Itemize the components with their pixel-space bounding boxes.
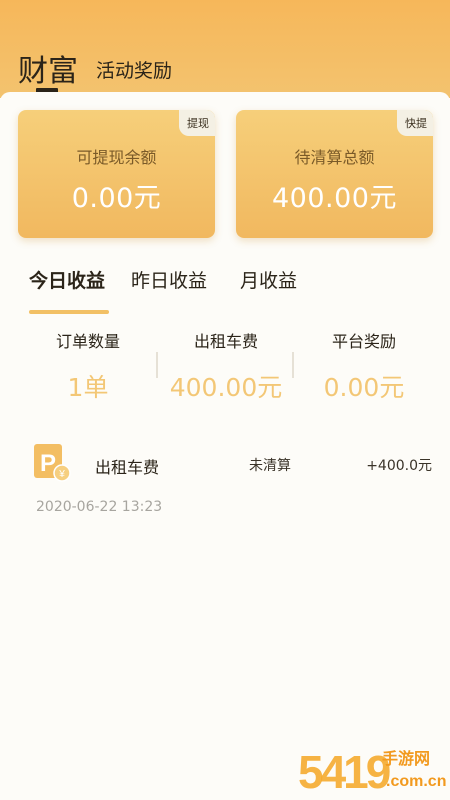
tab-monthly-earnings[interactable]: 月收益 [240, 266, 297, 293]
stat-value: 1单 [67, 373, 109, 402]
tab-today-earnings[interactable]: 今日收益 [29, 266, 105, 293]
card-value: 400.00元 [272, 183, 397, 214]
stat-value: 400.00元 [169, 373, 283, 402]
stat-label: 平台奖励 [331, 332, 396, 351]
card-label: 待清算总额 [294, 148, 375, 167]
withdraw-badge[interactable]: 提现 [179, 110, 215, 136]
page-title[interactable]: 财富 [18, 46, 78, 90]
stat-order-count: 订单数量 1单 [13, 328, 163, 404]
quick-withdraw-badge[interactable]: 快提 [397, 110, 433, 136]
stat-label: 订单数量 [55, 332, 120, 351]
stat-value: 0.00元 [323, 373, 405, 402]
svg-text:手游网: 手游网 [382, 749, 430, 768]
active-tab-indicator [29, 310, 109, 314]
tab-yesterday-earnings[interactable]: 昨日收益 [131, 266, 207, 293]
transaction-amount: +400.0元 [366, 458, 432, 474]
card-label: 可提现余额 [76, 148, 157, 167]
stat-taxi-fare: 出租车费 400.00元 [151, 328, 301, 404]
pending-settlement-card[interactable]: 快提 待清算总额 400.00元 [236, 110, 433, 238]
svg-text:¥: ¥ [58, 469, 65, 480]
stat-platform-reward: 平台奖励 0.00元 [289, 328, 439, 404]
parking-fee-icon: P ¥ [34, 444, 71, 482]
withdrawable-balance-card[interactable]: 提现 可提现余额 0.00元 [18, 110, 215, 238]
transaction-name: 出租车费 [95, 458, 160, 477]
svg-text:.com.cn: .com.cn [386, 773, 446, 790]
header-bar: 财富 活动奖励 [0, 0, 450, 98]
transaction-time: 2020-06-22 13:23 [36, 499, 163, 515]
site-watermark-logo: 5419 手游网 .com.cn [298, 746, 446, 796]
svg-text:5419: 5419 [298, 746, 390, 796]
stat-label: 出租车费 [193, 332, 258, 351]
card-value: 0.00元 [71, 183, 162, 214]
tab-activity-rewards[interactable]: 活动奖励 [96, 56, 172, 83]
earnings-tabs: 今日收益 昨日收益 月收益 [0, 266, 450, 306]
transaction-status: 未清算 [249, 458, 291, 474]
